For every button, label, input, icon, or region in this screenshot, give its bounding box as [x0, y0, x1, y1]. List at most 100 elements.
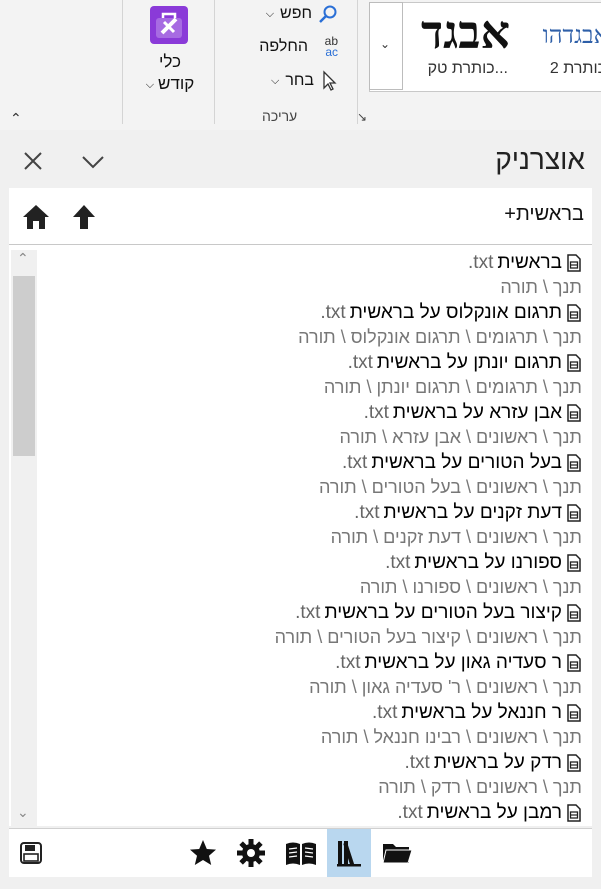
result-extension: .txt	[354, 502, 380, 523]
result-item[interactable]: ר חננאל על בראשית .txt תנך \ ראשונים \ רבי…	[32, 700, 592, 750]
result-item[interactable]: רמבן על בראשית .txt	[32, 800, 592, 826]
ribbon-separator	[214, 0, 215, 124]
up-button[interactable]	[71, 202, 97, 232]
result-name: אבן עזרא על בראשית	[392, 402, 562, 423]
collapse-ribbon-icon[interactable]: ⌃	[10, 110, 22, 127]
more-icon: ⌄	[380, 37, 391, 51]
result-extension: .txt	[404, 752, 430, 773]
result-path: תנך \ תרגומים \ תרגום אונקלוס \ תורה	[298, 327, 582, 347]
folder-button[interactable]	[375, 829, 419, 877]
library-button[interactable]	[327, 829, 371, 877]
otzarnik-pane: אוצרניק בראשית+ ⌃ ⌄ בראשית .txt תנך \ תורה…	[0, 130, 601, 889]
ribbon-separator	[357, 0, 358, 124]
tools-label-line2: קודש	[158, 74, 195, 93]
search-input[interactable]: בראשית+	[504, 203, 584, 226]
chevron-down-icon	[82, 156, 104, 169]
result-item[interactable]: תרגום אונקלוס על בראשית .txt תנך \ תרגומים…	[32, 300, 592, 350]
result-name: ספורנו על בראשית	[414, 552, 562, 573]
save-button[interactable]	[9, 829, 53, 877]
result-title: תרגום אונקלוס על בראשית .txt	[320, 302, 582, 324]
result-title: קיצור בעל הטורים על בראשית .txt	[295, 602, 582, 624]
result-item[interactable]: אבן עזרא על בראשית .txt תנך \ ראשונים \ אב…	[32, 400, 592, 450]
replace-button[interactable]: ab ac החלפה	[250, 35, 338, 58]
result-path: תנך \ ראשונים \ קיצור בעל הטורים \ תורה	[274, 627, 582, 647]
result-path: תנך \ ראשונים \ ר' סעדיה גאון \ תורה	[309, 677, 582, 697]
result-name: תרגום יונתן על בראשית	[376, 352, 562, 373]
result-extension: .txt	[335, 652, 361, 673]
document-icon	[566, 404, 582, 422]
result-title: רדק על בראשית .txt	[404, 752, 582, 774]
select-button[interactable]: בחר ⌵	[256, 70, 338, 92]
style-heading-label: כותרת טק...	[427, 60, 508, 77]
close-icon	[24, 152, 42, 170]
result-name: ר חננאל על בראשית	[401, 702, 562, 723]
document-icon	[566, 604, 582, 622]
collapse-button[interactable]	[78, 146, 108, 176]
result-path: תנך \ ראשונים \ דעת זקנים \ תורה	[330, 527, 582, 547]
document-icon	[566, 304, 582, 322]
result-item[interactable]: בראשית .txt תנך \ תורה	[32, 250, 592, 300]
result-title: בראשית .txt	[468, 252, 582, 274]
document-icon	[566, 254, 582, 272]
result-item[interactable]: בעל הטורים על בראשית .txt תנך \ ראשונים \ …	[32, 450, 592, 500]
result-name: דעת זקנים על בראשית	[383, 502, 562, 523]
bottom-toolbar	[9, 828, 592, 877]
chevron-down-icon: ⌵	[265, 7, 275, 20]
result-item[interactable]: ספורנו על בראשית .txt תנך \ ראשונים \ ספור…	[32, 550, 592, 600]
tools-label-line1: כלי	[158, 52, 181, 71]
result-name: בעל הטורים על בראשית	[371, 452, 562, 473]
result-name: קיצור בעל הטורים על בראשית	[324, 602, 562, 623]
result-path: תנך \ ראשונים \ ספורנו \ תורה	[359, 577, 582, 597]
document-icon	[566, 454, 582, 472]
result-path: תנך \ ראשונים \ אבן עזרא \ תורה	[339, 427, 582, 447]
book-button[interactable]	[279, 829, 323, 877]
style-sample-big: אבגד	[420, 5, 510, 59]
find-button[interactable]: חפש ⌵	[232, 4, 338, 24]
document-icon	[566, 704, 582, 722]
result-item[interactable]: תרגום יונתן על בראשית .txt תנך \ תרגומים \…	[32, 350, 592, 400]
document-icon	[566, 754, 582, 772]
result-title: תרגום יונתן על בראשית .txt	[348, 352, 582, 374]
result-path: תנך \ ראשונים \ בעל הטורים \ תורה	[319, 477, 582, 497]
settings-button[interactable]	[229, 829, 273, 877]
result-item[interactable]: ר סעדיה גאון על בראשית .txt תנך \ ראשונים …	[32, 650, 592, 700]
result-item[interactable]: קיצור בעל הטורים על בראשית .txt תנך \ ראשו…	[32, 600, 592, 650]
document-icon	[566, 554, 582, 572]
find-label: חפש	[280, 5, 312, 22]
result-name: תרגום אונקלוס על בראשית	[349, 302, 562, 323]
result-title: ר סעדיה גאון על בראשית .txt	[335, 652, 582, 674]
result-item[interactable]: דעת זקנים על בראשית .txt תנך \ ראשונים \ ד…	[32, 500, 592, 550]
result-extension: .txt	[397, 802, 423, 823]
result-extension: .txt	[347, 352, 373, 373]
holy-tools-button[interactable]: כלי ⌵ קודש	[128, 0, 212, 108]
search-icon	[319, 5, 337, 23]
toolbox-icon	[150, 6, 188, 44]
chevron-down-icon: ⌵	[271, 74, 280, 87]
dialog-launcher-icon[interactable]: ↘	[357, 110, 367, 124]
result-title: ר חננאל על בראשית .txt	[372, 702, 582, 724]
result-path: תנך \ ראשונים \ רבינו חננאל \ תורה	[320, 727, 582, 747]
ribbon-separator	[122, 0, 123, 124]
editing-group-label: עריכה	[262, 108, 298, 124]
scroll-up-icon[interactable]: ⌃	[17, 250, 29, 267]
result-path: תנך \ ראשונים \ רדק \ תורה	[378, 777, 582, 797]
chevron-down-icon: ⌵	[145, 79, 155, 91]
pane-title: אוצרניק	[495, 144, 585, 175]
result-name: בראשית	[497, 252, 562, 273]
scroll-down-icon[interactable]: ⌄	[17, 804, 29, 821]
result-extension: .txt	[341, 452, 368, 473]
replace-label: החלפה	[259, 38, 308, 55]
favorites-button[interactable]	[181, 829, 225, 877]
styles-more-button[interactable]: ⌄	[369, 2, 403, 90]
save-icon	[20, 842, 42, 864]
close-button[interactable]	[18, 146, 48, 176]
search-bar: בראשית+	[9, 188, 592, 245]
results-panel: בראשית+ ⌃ ⌄ בראשית .txt תנך \ תורה תרגום או…	[9, 188, 592, 826]
result-title: בעל הטורים על בראשית .txt	[342, 452, 582, 474]
styles-gallery[interactable]: אבגד אבגדהו כותרת טק... כותרת 2	[369, 2, 601, 92]
result-item[interactable]: רדק על בראשית .txt תנך \ ראשונים \ רדק \ ת…	[32, 750, 592, 800]
result-name: רמבן על בראשית	[426, 802, 562, 823]
result-path: תנך \ תרגומים \ תרגום יונתן \ תורה	[323, 377, 582, 397]
gear-icon	[237, 839, 265, 867]
home-button[interactable]	[21, 202, 51, 232]
